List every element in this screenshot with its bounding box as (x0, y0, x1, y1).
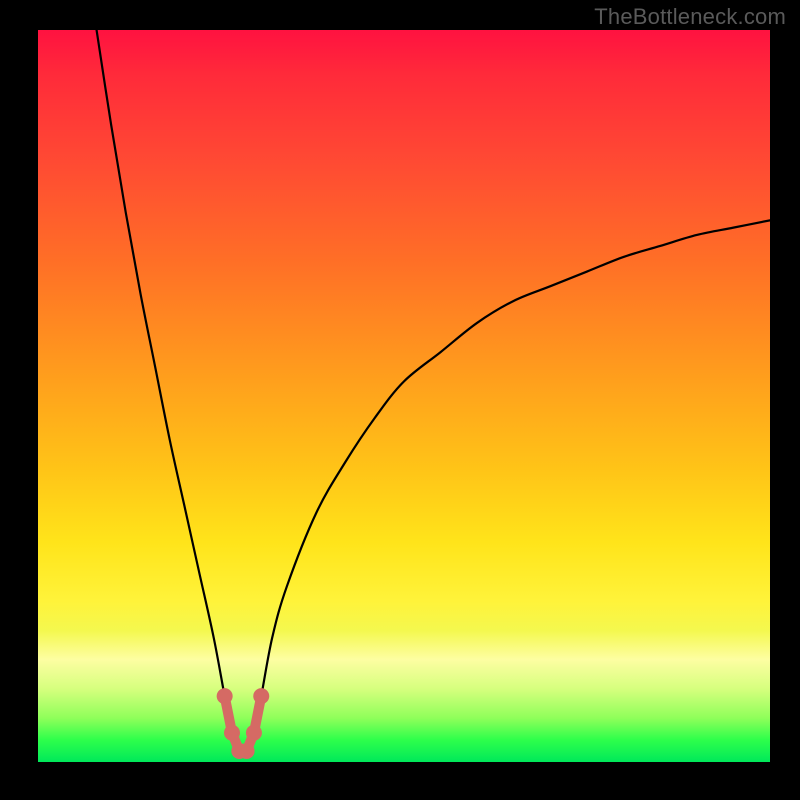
trough-marker-dot (217, 688, 233, 704)
trough-marker-dot (253, 688, 269, 704)
watermark-text: TheBottleneck.com (594, 4, 786, 30)
trough-marker-path (225, 696, 262, 751)
curve-layer (38, 30, 770, 762)
trough-marker-dot (246, 725, 262, 741)
trough-marker-dot (239, 743, 255, 759)
plot-area (38, 30, 770, 762)
trough-marker-dots (217, 688, 270, 759)
chart-stage: TheBottleneck.com (0, 0, 800, 800)
bottleneck-curve (97, 30, 770, 753)
trough-marker-dot (224, 725, 240, 741)
